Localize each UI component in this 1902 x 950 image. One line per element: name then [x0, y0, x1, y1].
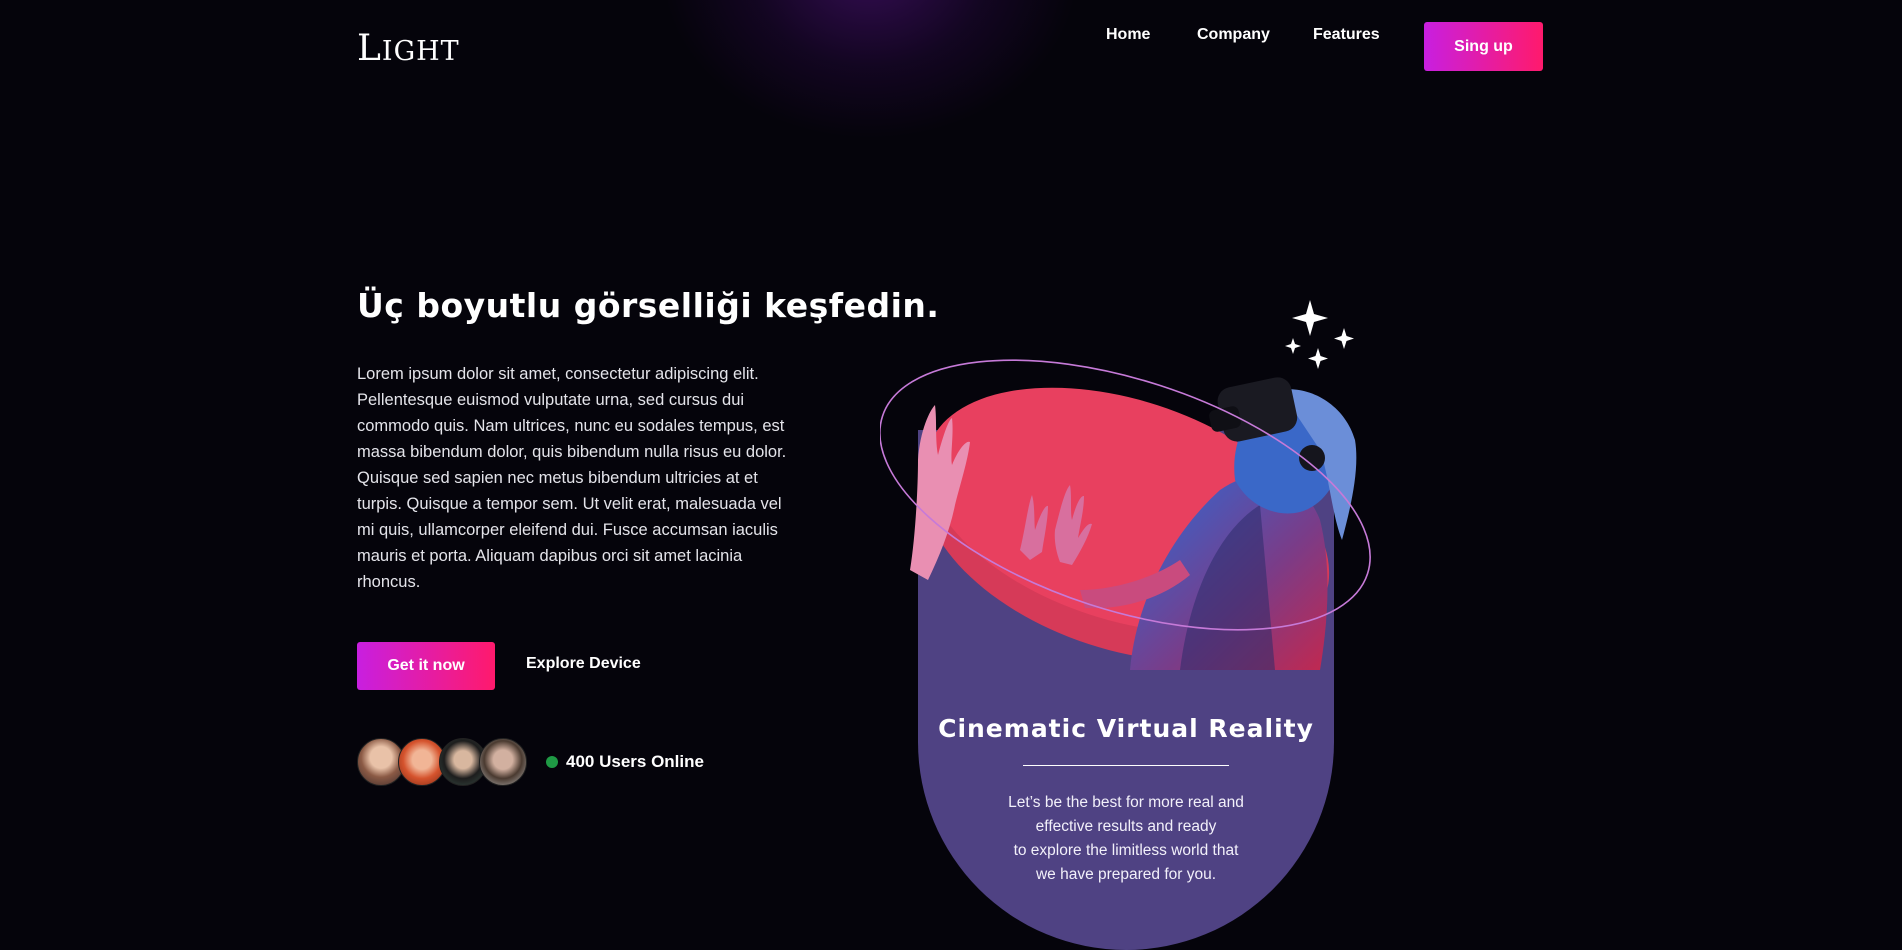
card-description: Let’s be the best for more real and effe… — [960, 791, 1292, 887]
get-it-now-button[interactable]: Get it now — [357, 642, 495, 690]
signup-button[interactable]: Sing up — [1424, 22, 1543, 71]
logo-rest: IGHT — [381, 36, 460, 67]
online-users-avatars — [357, 738, 529, 786]
card-text-line: Let’s be the best for more real and — [1008, 794, 1244, 811]
hero-headline: Üç boyutlu görselliği keşfedin. — [357, 286, 940, 325]
card-title: Cinematic Virtual Reality — [938, 714, 1314, 743]
online-dot-icon — [546, 756, 558, 768]
nav-company[interactable]: Company — [1197, 26, 1270, 44]
nav-home[interactable]: Home — [1106, 26, 1150, 44]
top-navigation: LIGHT Home Company Features Sing up — [0, 0, 1902, 95]
logo-initial: L — [357, 28, 382, 69]
hero-description: Lorem ipsum dolor sit amet, consectetur … — [357, 365, 787, 591]
users-online-status: 400 Users Online — [546, 752, 704, 772]
card-text-line: effective results and ready — [1035, 818, 1217, 835]
user-avatar — [479, 738, 527, 786]
card-text-line: we have prepared for you. — [1035, 866, 1217, 883]
explore-device-link[interactable]: Explore Device — [526, 655, 641, 673]
card-divider — [1023, 765, 1229, 766]
brand-logo[interactable]: LIGHT — [357, 28, 460, 69]
card-text-line: to explore the limitless world that — [1013, 842, 1239, 859]
sparkles-icon — [1285, 300, 1354, 369]
users-online-label: 400 Users Online — [566, 752, 704, 771]
nav-features[interactable]: Features — [1313, 26, 1380, 44]
